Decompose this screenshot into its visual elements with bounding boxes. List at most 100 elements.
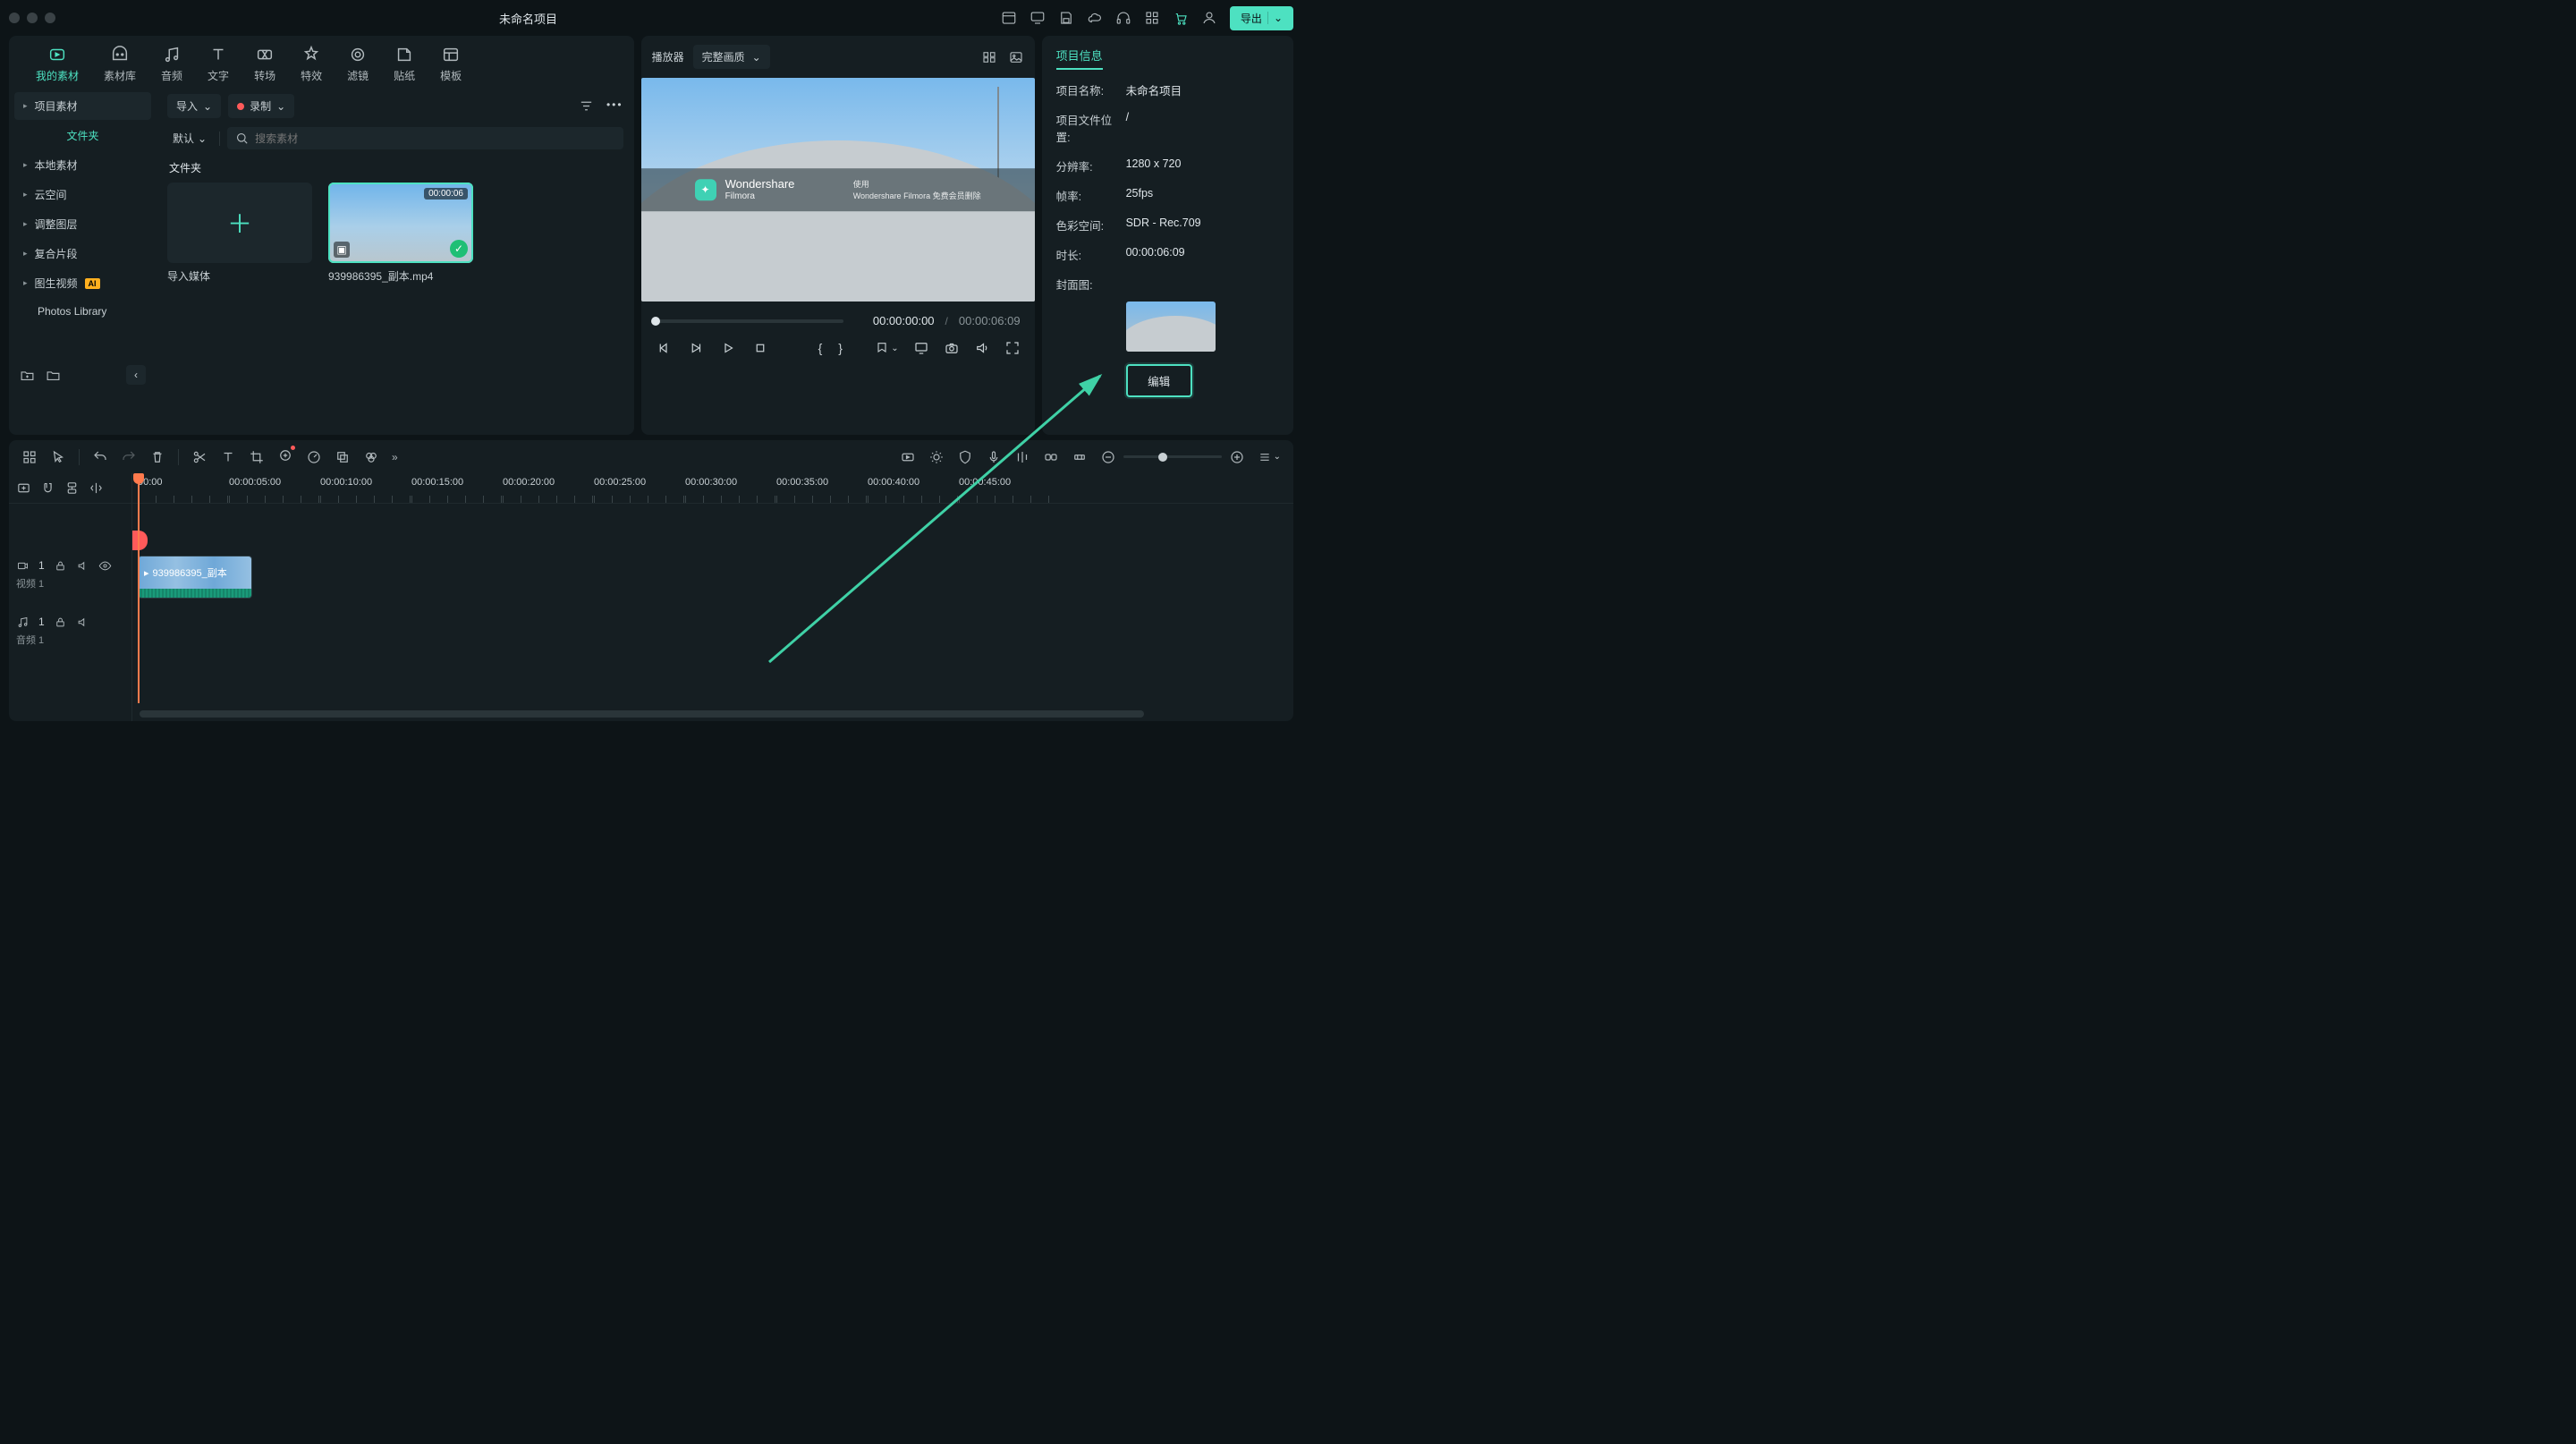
copy-tool-icon[interactable]: [335, 449, 351, 465]
volume-icon[interactable]: [974, 340, 990, 356]
tab-transition[interactable]: 转场: [254, 45, 275, 83]
filter-icon[interactable]: [579, 98, 594, 114]
lock-icon[interactable]: [54, 559, 67, 573]
zoom-in-icon[interactable]: [1229, 449, 1245, 465]
tab-my-media[interactable]: 我的素材: [36, 45, 79, 83]
image-icon[interactable]: [1008, 49, 1024, 65]
tab-text[interactable]: 文字: [208, 45, 229, 83]
quality-select[interactable]: 完整画质⌄: [693, 45, 770, 69]
edit-button[interactable]: 编辑: [1126, 364, 1192, 397]
horizontal-scrollbar[interactable]: [140, 710, 1281, 718]
layout-grid-icon[interactable]: [981, 49, 997, 65]
pointer-icon[interactable]: [50, 449, 66, 465]
scrub-handle[interactable]: [651, 317, 660, 326]
tab-filter[interactable]: 滤镜: [347, 45, 369, 83]
export-button[interactable]: 导出 ⌄: [1230, 6, 1293, 30]
mic-icon[interactable]: [986, 449, 1002, 465]
scrub-track[interactable]: [656, 319, 843, 323]
stop-icon[interactable]: [752, 340, 768, 356]
ai-tool-icon[interactable]: [277, 447, 293, 466]
sidebar-item-project-media[interactable]: ▸项目素材: [14, 92, 151, 120]
user-icon[interactable]: [1201, 10, 1217, 26]
tab-template[interactable]: 模板: [440, 45, 462, 83]
sidebar-item-image2video[interactable]: ▸图生视频AI: [14, 269, 151, 297]
media-clip[interactable]: 00:00:06 ▣ ✓ 939986395_副本.mp4: [328, 183, 473, 284]
render-icon[interactable]: [900, 449, 916, 465]
cloud-icon[interactable]: [1087, 10, 1103, 26]
speed-icon[interactable]: [306, 449, 322, 465]
sidebar-item-adjust[interactable]: ▸调整图层: [14, 210, 151, 238]
zoom-slider[interactable]: [1123, 455, 1222, 458]
lock-icon[interactable]: [54, 616, 67, 629]
sidebar-item-cloud[interactable]: ▸云空间: [14, 181, 151, 208]
window-controls[interactable]: [9, 13, 55, 23]
marker-flat-icon[interactable]: [1072, 449, 1088, 465]
audio-track-lane[interactable]: [132, 606, 1293, 656]
audio-track-header[interactable]: 1 音频 1: [9, 606, 131, 656]
import-button[interactable]: 导入⌄: [167, 94, 221, 118]
video-track-lane[interactable]: ▸939986395_副本: [132, 543, 1293, 606]
link-icon[interactable]: [1043, 449, 1059, 465]
sidebar-item-compound[interactable]: ▸复合片段: [14, 240, 151, 268]
view-mode-button[interactable]: ⌄: [1258, 450, 1281, 464]
cut-marks-icon[interactable]: [89, 480, 104, 496]
mute-icon[interactable]: [76, 559, 89, 573]
sidebar-item-local[interactable]: ▸本地素材: [14, 151, 151, 179]
timeline-ruler[interactable]: 00:00 00:00:05:00 00:00:10:00 00:00:15:0…: [132, 473, 1293, 504]
tool-select-icon[interactable]: [21, 449, 38, 465]
fullscreen-icon[interactable]: [1004, 340, 1021, 356]
color-icon[interactable]: [363, 449, 379, 465]
eye-icon[interactable]: [98, 559, 112, 573]
delete-icon[interactable]: [149, 449, 165, 465]
monitor-icon[interactable]: [1030, 10, 1046, 26]
snapshot-icon[interactable]: [944, 340, 960, 356]
scissors-icon[interactable]: [191, 449, 208, 465]
mark-in-button[interactable]: {: [818, 341, 823, 355]
crop-icon[interactable]: [249, 449, 265, 465]
tab-audio[interactable]: 音频: [161, 45, 182, 83]
track-add-icon[interactable]: [16, 480, 31, 496]
text-tool-icon[interactable]: [220, 449, 236, 465]
mute-icon[interactable]: [76, 616, 89, 629]
play-step-icon[interactable]: [688, 340, 704, 356]
panel-icon[interactable]: [1001, 10, 1017, 26]
search-box[interactable]: [227, 127, 623, 149]
folder-icon[interactable]: [46, 368, 61, 383]
tab-sticker[interactable]: 贴纸: [394, 45, 415, 83]
zoom-handle[interactable]: [1158, 453, 1167, 462]
tab-effect[interactable]: 特效: [301, 45, 322, 83]
playhead[interactable]: [138, 473, 140, 703]
play-icon[interactable]: [720, 340, 736, 356]
sidebar-item-folder[interactable]: 文件夹: [14, 122, 151, 149]
info-tab[interactable]: 项目信息: [1042, 36, 1293, 74]
grid-icon[interactable]: [1144, 10, 1160, 26]
undo-icon[interactable]: [92, 449, 108, 465]
headset-icon[interactable]: [1115, 10, 1131, 26]
link-vert-icon[interactable]: [64, 480, 80, 496]
import-media-card[interactable]: ＋ 导入媒体: [167, 183, 312, 284]
search-input[interactable]: [255, 132, 616, 145]
record-button[interactable]: 录制⌄: [228, 94, 294, 118]
new-folder-icon[interactable]: [20, 368, 35, 383]
cart-icon[interactable]: [1173, 10, 1189, 26]
sort-select[interactable]: 默认⌄: [167, 127, 212, 149]
zoom-out-icon[interactable]: [1100, 449, 1116, 465]
marker-menu[interactable]: ⌄: [875, 341, 898, 355]
preview-video[interactable]: ✦ WondershareFilmora 使用Wondershare Filmo…: [641, 78, 1035, 302]
mark-out-button[interactable]: }: [838, 341, 843, 355]
tab-stock[interactable]: 素材库: [104, 45, 136, 83]
chevron-down-icon[interactable]: ⌄: [1267, 12, 1283, 24]
magnet-icon[interactable]: [40, 480, 55, 496]
more-tools-icon[interactable]: »: [392, 451, 398, 463]
video-track-header[interactable]: 1 视频 1: [9, 543, 131, 606]
audio-mix-icon[interactable]: [1014, 449, 1030, 465]
prev-frame-icon[interactable]: [656, 340, 672, 356]
sun-icon[interactable]: [928, 449, 945, 465]
display-icon[interactable]: [913, 340, 929, 356]
more-icon[interactable]: •••: [606, 98, 623, 114]
shield-icon[interactable]: [957, 449, 973, 465]
timeline-clip[interactable]: ▸939986395_副本: [138, 556, 252, 599]
save-icon[interactable]: [1058, 10, 1074, 26]
redo-icon[interactable]: [121, 449, 137, 465]
sidebar-item-photos[interactable]: Photos Library: [14, 299, 151, 324]
